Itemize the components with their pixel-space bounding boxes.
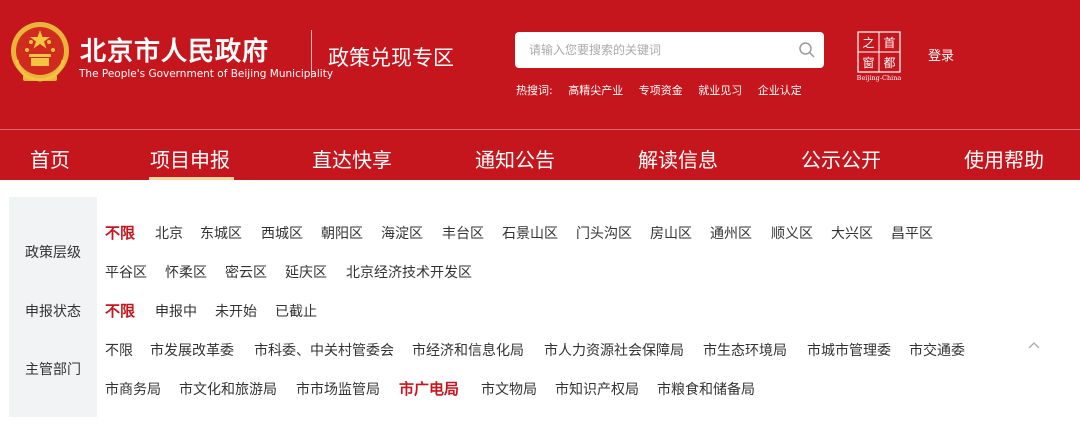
option-department[interactable]: 不限 bbox=[105, 340, 133, 360]
option-policy-level[interactable]: 东城区 bbox=[200, 223, 242, 243]
option-department[interactable]: 市科委、中关村管委会 bbox=[254, 340, 394, 360]
filter-label-status: 申报状态 bbox=[25, 304, 81, 320]
filter-label-department: 主管部门 bbox=[25, 362, 81, 378]
option-policy-level[interactable]: 密云区 bbox=[225, 262, 267, 282]
site-name-en: The People's Government of Beijing Munic… bbox=[79, 68, 334, 80]
main-nav: 首页 项目申报 直达快享 通知公告 解读信息 公示公开 使用帮助 bbox=[0, 129, 1080, 180]
option-department[interactable]: 市文化和旅游局 bbox=[179, 379, 277, 399]
option-policy-level[interactable]: 平谷区 bbox=[105, 262, 147, 282]
option-policy-level[interactable]: 顺义区 bbox=[771, 223, 813, 243]
svg-text:之: 之 bbox=[862, 36, 874, 50]
option-policy-level[interactable]: 昌平区 bbox=[891, 223, 933, 243]
search-input[interactable] bbox=[515, 32, 795, 68]
nav-item-home[interactable]: 首页 bbox=[30, 144, 70, 173]
hot-term-link[interactable]: 就业见习 bbox=[698, 84, 742, 97]
nav-item-direct-access[interactable]: 直达快享 bbox=[312, 144, 392, 173]
option-policy-level[interactable]: 房山区 bbox=[650, 223, 692, 243]
filter-panel: 政策层级 不限 北京 东城区 西城区 朝阳区 海淀区 丰台区 石景山区 门头沟区… bbox=[9, 197, 1071, 417]
svg-text:窗: 窗 bbox=[862, 56, 874, 70]
zone-name: 政策兑现专区 bbox=[328, 46, 454, 70]
option-policy-level[interactable]: 石景山区 bbox=[502, 223, 558, 243]
hot-term-link[interactable]: 专项资金 bbox=[639, 84, 683, 97]
site-header: 北京市人民政府 The People's Government of Beiji… bbox=[0, 0, 1080, 180]
option-department[interactable]: 市发展改革委 bbox=[150, 340, 234, 360]
option-policy-level[interactable]: 门头沟区 bbox=[576, 223, 632, 243]
site-name: 北京市人民政府 bbox=[80, 37, 270, 67]
option-policy-level[interactable]: 北京经济技术开发区 bbox=[346, 262, 472, 282]
capital-logo-caption: Beijing-China bbox=[856, 74, 902, 82]
option-department[interactable]: 市商务局 bbox=[105, 379, 161, 399]
filter-label-policy-level: 政策层级 bbox=[25, 245, 81, 261]
option-policy-level[interactable]: 通州区 bbox=[710, 223, 752, 243]
option-department[interactable]: 市生态环境局 bbox=[703, 340, 787, 360]
search-icon[interactable] bbox=[798, 41, 816, 59]
option-department[interactable]: 市人力资源社会保障局 bbox=[544, 340, 684, 360]
option-policy-level[interactable]: 丰台区 bbox=[442, 223, 484, 243]
nav-item-help[interactable]: 使用帮助 bbox=[964, 144, 1044, 173]
option-status[interactable]: 申报中 bbox=[155, 301, 197, 321]
header-divider bbox=[311, 30, 312, 78]
option-policy-level[interactable]: 大兴区 bbox=[831, 223, 873, 243]
option-policy-level[interactable]: 西城区 bbox=[261, 223, 303, 243]
hot-term-link[interactable]: 企业认定 bbox=[758, 84, 802, 97]
hot-term-link[interactable]: 高精尖产业 bbox=[568, 84, 623, 97]
nav-item-notices[interactable]: 通知公告 bbox=[475, 144, 555, 173]
option-department[interactable]: 市市场监管局 bbox=[296, 379, 380, 399]
svg-text:首: 首 bbox=[883, 36, 895, 50]
search-box bbox=[515, 32, 824, 68]
nav-item-project-apply[interactable]: 项目申报 bbox=[150, 144, 230, 173]
option-status[interactable]: 已截止 bbox=[275, 301, 317, 321]
nav-active-underline bbox=[149, 177, 234, 180]
option-policy-level[interactable]: 朝阳区 bbox=[321, 223, 363, 243]
option-policy-level[interactable]: 北京 bbox=[155, 223, 183, 243]
hot-search-label: 热搜词: bbox=[516, 84, 553, 97]
option-department[interactable]: 市经济和信息化局 bbox=[412, 340, 524, 360]
option-status[interactable]: 不限 bbox=[105, 300, 135, 321]
option-department[interactable]: 市交通委 bbox=[909, 340, 965, 360]
option-policy-level[interactable]: 延庆区 bbox=[285, 262, 327, 282]
nav-item-public-disclosure[interactable]: 公示公开 bbox=[801, 144, 881, 173]
login-link[interactable]: 登录 bbox=[928, 45, 954, 64]
option-status[interactable]: 未开始 bbox=[215, 301, 257, 321]
option-policy-level[interactable]: 怀柔区 bbox=[165, 262, 207, 282]
chevron-up-icon[interactable] bbox=[1027, 340, 1041, 350]
national-emblem-icon bbox=[11, 22, 69, 82]
svg-text:都: 都 bbox=[883, 56, 895, 70]
option-policy-level[interactable]: 海淀区 bbox=[381, 223, 423, 243]
option-department[interactable]: 市城市管理委 bbox=[807, 340, 891, 360]
option-department[interactable]: 市知识产权局 bbox=[555, 379, 639, 399]
nav-item-interpretation[interactable]: 解读信息 bbox=[638, 144, 718, 173]
option-department[interactable]: 市粮食和储备局 bbox=[657, 379, 755, 399]
hot-search-row: 热搜词: 高精尖产业 专项资金 就业见习 企业认定 bbox=[516, 82, 814, 98]
option-policy-level[interactable]: 不限 bbox=[105, 222, 135, 243]
option-department[interactable]: 市文物局 bbox=[481, 379, 537, 399]
option-department[interactable]: 市广电局 bbox=[399, 378, 459, 399]
